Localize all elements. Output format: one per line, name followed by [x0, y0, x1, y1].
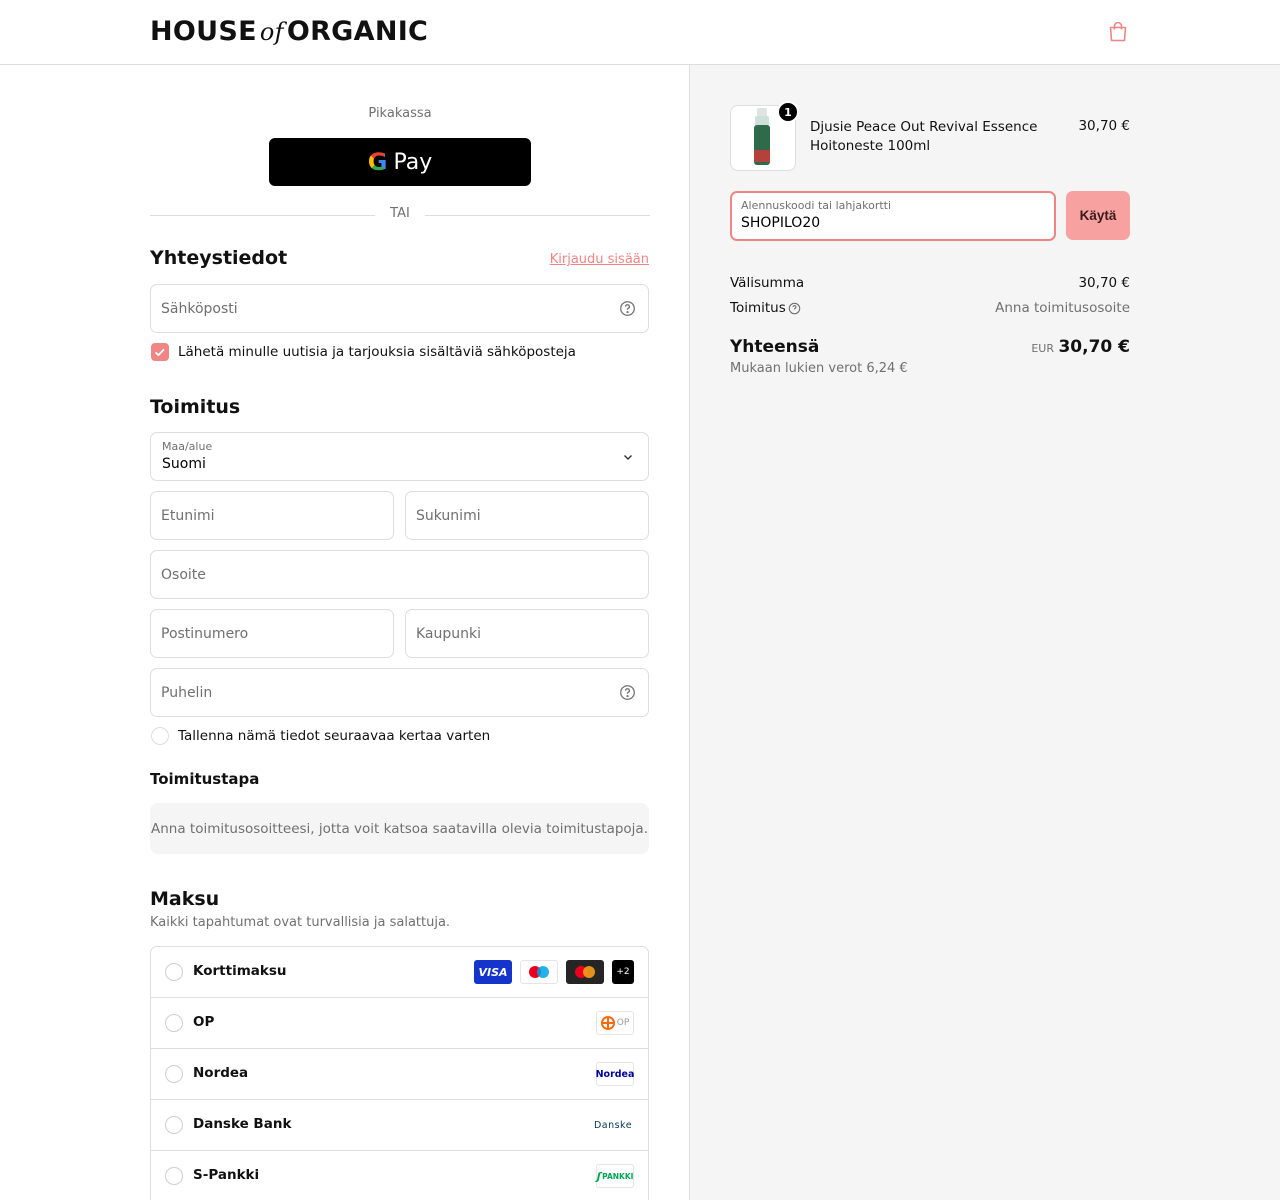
first-name-input[interactable] — [161, 492, 353, 539]
city-input[interactable] — [416, 610, 608, 657]
order-summary-column: 1 Djusie Peace Out Revival Essence Hoito… — [690, 65, 1280, 1200]
tax-note: Mukaan lukien verot 6,24 € — [730, 361, 908, 376]
quantity-badge: 1 — [777, 101, 799, 123]
logo-word-of: of — [259, 18, 284, 46]
address-wrapper — [150, 550, 649, 599]
visa-icon: VISA — [474, 960, 512, 984]
payment-subtitle: Kaikki tapahtumat ovat turvallisia ja sa… — [150, 915, 451, 930]
product-price: 30,70 € — [1078, 118, 1130, 134]
danske-logo-icon: Danske — [592, 1113, 634, 1137]
shopping-bag-icon[interactable] — [1106, 20, 1130, 44]
save-info-label: Tallenna nämä tiedot seuraavaa kertaa va… — [178, 728, 491, 744]
subtotal-row: Välisumma 30,70 € — [730, 275, 1130, 291]
shipping-value: Anna toimitusosoite — [995, 300, 1130, 316]
contact-heading: Yhteystiedot — [150, 247, 288, 269]
newsletter-checkbox[interactable] — [151, 343, 169, 361]
payment-option-nordea[interactable]: Nordea Nordea — [151, 1049, 648, 1100]
help-circle-icon[interactable] — [619, 684, 636, 701]
total-currency: EUR — [1031, 342, 1054, 355]
save-info-checkbox[interactable] — [151, 727, 169, 745]
more-cards-badge: +2 — [612, 960, 634, 984]
card-logos: VISA +2 — [474, 960, 634, 984]
shipping-method-heading: Toimitustapa — [150, 770, 260, 788]
nordea-logo-icon: Nordea — [596, 1062, 634, 1086]
s-pankki-logo-text: PANKKI — [602, 1171, 634, 1181]
payment-heading: Maksu — [150, 888, 220, 910]
express-checkout-label: Pikakassa — [368, 106, 432, 121]
country-select[interactable]: Maa/alue Suomi — [150, 432, 649, 481]
apply-discount-button[interactable]: Käytä — [1066, 191, 1130, 240]
delivery-heading: Toimitus — [150, 396, 241, 418]
payment-option-label: S-Pankki — [193, 1167, 260, 1183]
discount-field: Alennuskoodi tai lahjakortti — [730, 191, 1056, 241]
payment-option-label: Nordea — [193, 1065, 249, 1081]
op-logo-icon: OP — [596, 1011, 634, 1035]
google-pay-button[interactable]: G Pay — [269, 138, 531, 186]
city-wrapper — [405, 609, 649, 658]
radio-button[interactable] — [165, 1116, 183, 1134]
checkmark-icon — [154, 348, 165, 357]
bank-logo: Danske — [592, 1113, 634, 1137]
last-name-input[interactable] — [416, 492, 608, 539]
payment-option-label: Danske Bank — [193, 1116, 292, 1132]
google-pay-label: Pay — [393, 149, 433, 175]
radio-button[interactable] — [165, 1167, 183, 1185]
divider-or-label: TAI — [375, 206, 425, 221]
logo-word-house: HOUSE — [150, 16, 257, 47]
op-logo-text: OP — [616, 1018, 630, 1028]
shipping-row: Toimitus Anna toimitusosoite — [730, 300, 1130, 316]
help-circle-icon[interactable] — [619, 300, 636, 317]
payment-options: Korttimaksu VISA +2 OP OP Nordea Nordea … — [150, 946, 649, 1200]
email-input[interactable] — [161, 285, 608, 332]
login-link[interactable]: Kirjaudu sisään — [540, 252, 649, 267]
chevron-down-icon — [624, 455, 632, 460]
maestro-icon — [520, 960, 558, 984]
last-name-wrapper — [405, 491, 649, 540]
store-logo[interactable]: HOUSE of ORGANIC — [150, 16, 428, 47]
logo-word-organic: ORGANIC — [286, 16, 429, 47]
subtotal-label: Välisumma — [730, 275, 805, 291]
total-label: Yhteensä — [730, 337, 820, 357]
s-letter-icon: ʃ — [596, 1169, 602, 1183]
payment-option-card[interactable]: Korttimaksu VISA +2 — [151, 947, 648, 998]
bank-logo: Nordea — [596, 1062, 634, 1086]
payment-option-danske[interactable]: Danske Bank Danske — [151, 1100, 648, 1151]
payment-option-label: OP — [193, 1014, 215, 1030]
bank-logo: ʃ PANKKI — [596, 1164, 634, 1188]
first-name-wrapper — [150, 491, 394, 540]
mastercard-icon — [566, 960, 604, 984]
shipping-method-note: Anna toimitusosoitteesi, jotta voit kats… — [150, 803, 649, 854]
discount-label: Alennuskoodi tai lahjakortti — [741, 199, 892, 212]
checkout-form-column: Pikakassa G Pay TAI Yhteystiedot Kirjaud… — [0, 65, 690, 1200]
radio-button[interactable] — [165, 963, 183, 981]
postal-code-input[interactable] — [161, 610, 353, 657]
google-g-icon: G — [367, 148, 388, 176]
address-input[interactable] — [161, 551, 608, 598]
email-field-wrapper — [150, 284, 649, 333]
s-pankki-logo-icon: ʃ PANKKI — [596, 1164, 634, 1188]
help-circle-icon[interactable] — [788, 302, 801, 315]
total-value: 30,70 € — [1058, 337, 1130, 357]
shipping-label: Toimitus — [730, 300, 786, 316]
country-value: Suomi — [162, 456, 206, 472]
payment-option-s-pankki[interactable]: S-Pankki ʃ PANKKI — [151, 1151, 648, 1200]
payment-option-op[interactable]: OP OP — [151, 998, 648, 1049]
phone-wrapper — [150, 668, 649, 717]
radio-button[interactable] — [165, 1014, 183, 1032]
bank-logo: OP — [596, 1011, 634, 1035]
payment-option-label: Korttimaksu — [193, 963, 287, 979]
postal-code-wrapper — [150, 609, 394, 658]
product-name: Djusie Peace Out Revival Essence Hoitone… — [810, 119, 1038, 154]
header: HOUSE of ORGANIC — [0, 0, 1280, 65]
country-label: Maa/alue — [162, 440, 213, 453]
subtotal-value: 30,70 € — [1078, 275, 1130, 291]
phone-input[interactable] — [161, 669, 608, 716]
newsletter-label: Lähetä minulle uutisia ja tarjouksia sis… — [178, 344, 576, 360]
discount-input[interactable] — [741, 215, 1041, 231]
radio-button[interactable] — [165, 1065, 183, 1083]
